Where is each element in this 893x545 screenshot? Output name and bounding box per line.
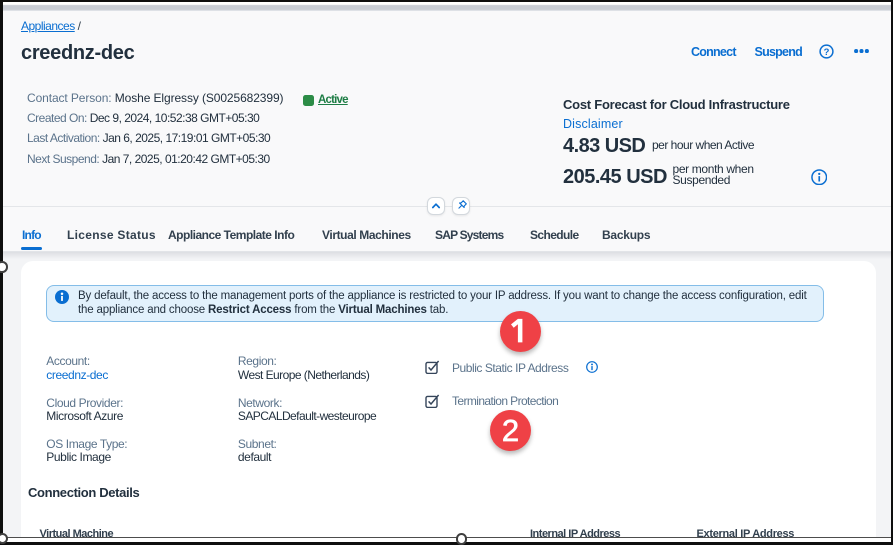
svg-text:?: ? xyxy=(823,47,829,58)
